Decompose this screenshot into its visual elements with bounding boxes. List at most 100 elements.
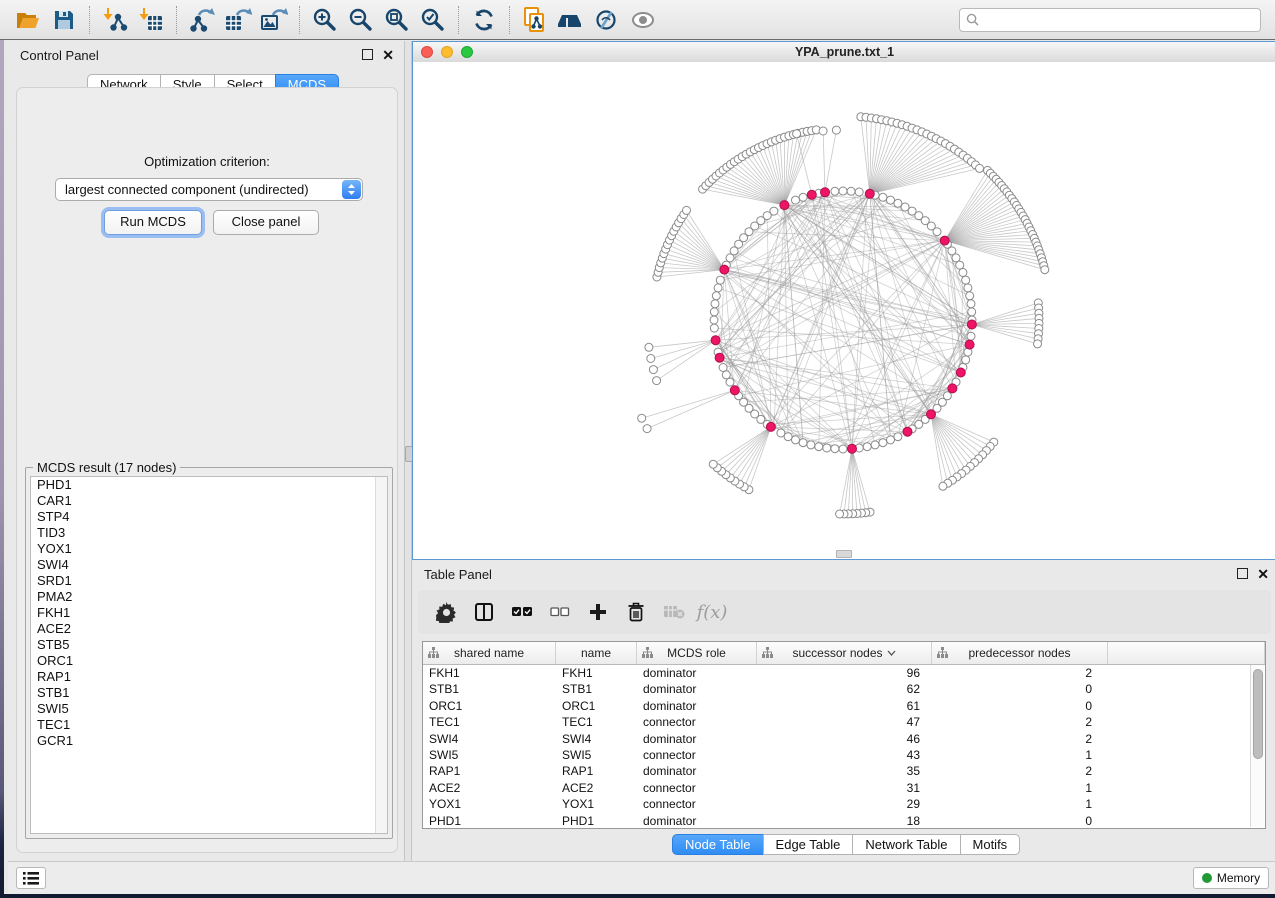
close-panel-button[interactable]: Close panel [213, 210, 319, 235]
cell: connector [637, 780, 757, 796]
column-header-shared-name[interactable]: shared name [423, 642, 556, 664]
table-row[interactable]: ACE2ACE2connector311 [423, 780, 1265, 796]
mcds-result-item[interactable]: CAR1 [31, 493, 387, 509]
select-all-rows-button[interactable] [510, 600, 534, 624]
delete-columns-button[interactable] [624, 600, 648, 624]
import-network-button[interactable] [100, 5, 130, 35]
zoom-out-button[interactable] [346, 5, 376, 35]
cell: PHD1 [556, 813, 637, 829]
mcds-result-item[interactable]: ACE2 [31, 621, 387, 637]
table-row[interactable]: YOX1YOX1connector291 [423, 796, 1265, 812]
tab-node-table[interactable]: Node Table [672, 834, 764, 855]
clone-network-icon [522, 6, 548, 34]
network-canvas[interactable] [413, 62, 1275, 559]
hide-selected-button[interactable] [592, 5, 622, 35]
mcds-result-item[interactable]: STB1 [31, 685, 387, 701]
function-builder-button: f(x) [700, 600, 724, 624]
cell: connector [637, 796, 757, 812]
tab-edge-table[interactable]: Edge Table [763, 834, 854, 855]
network-graph[interactable] [413, 62, 1275, 559]
sort-chevron-icon [887, 650, 896, 656]
memory-button[interactable]: Memory [1193, 867, 1269, 889]
mcds-result-item[interactable]: SWI5 [31, 701, 387, 717]
table-row[interactable]: SWI5SWI5connector431 [423, 747, 1265, 763]
open-file-button[interactable] [13, 5, 43, 35]
table-scrollbar[interactable] [1250, 665, 1264, 827]
plus-icon [589, 603, 607, 621]
refresh-button[interactable] [469, 5, 499, 35]
save-session-button[interactable] [49, 5, 79, 35]
table-row[interactable]: PHD1PHD1dominator180 [423, 813, 1265, 829]
export-image-button[interactable] [259, 5, 289, 35]
first-neighbors-button[interactable] [556, 5, 586, 35]
tab-network-table[interactable]: Network Table [852, 834, 960, 855]
zoom-fit-button[interactable] [382, 5, 412, 35]
table-row[interactable]: FKH1FKH1dominator962 [423, 665, 1265, 681]
table-row[interactable]: RAP1RAP1dominator352 [423, 763, 1265, 779]
cell: connector [637, 747, 757, 763]
mcds-result-list: PHD1CAR1STP4TID3YOX1SWI4SRD1PMA2FKH1ACE2… [30, 476, 388, 834]
mcds-result-item[interactable]: SWI4 [31, 557, 387, 573]
column-header-name[interactable]: name [556, 642, 637, 664]
mcds-result-item[interactable]: PHD1 [31, 477, 387, 493]
mcds-result-item[interactable]: YOX1 [31, 541, 387, 557]
scrollbar-thumb[interactable] [1253, 669, 1263, 759]
selected-option: largest connected component (undirected) [56, 182, 342, 197]
cell: ACE2 [556, 780, 637, 796]
optimization-criterion-select[interactable]: largest connected component (undirected) [55, 178, 363, 201]
mcds-result-item[interactable]: STP4 [31, 509, 387, 525]
cell: 2 [932, 763, 1108, 779]
table-row[interactable]: TEC1TEC1connector472 [423, 714, 1265, 730]
mcds-result-item[interactable]: STB5 [31, 637, 387, 653]
float-panel-icon[interactable] [1237, 568, 1248, 579]
show-all-button[interactable] [628, 5, 658, 35]
tab-motifs[interactable]: Motifs [960, 834, 1021, 855]
save-floppy-icon [52, 8, 76, 32]
cell: 2 [932, 665, 1108, 681]
mcds-result-item[interactable]: ORC1 [31, 653, 387, 669]
cell: ACE2 [423, 780, 556, 796]
horizontal-splitter-grip[interactable] [836, 550, 852, 558]
mcds-result-item[interactable]: FKH1 [31, 605, 387, 621]
add-column-button[interactable] [586, 600, 610, 624]
list-scrollbar[interactable] [375, 477, 387, 833]
column-header-filler [1108, 642, 1265, 664]
deselect-all-rows-button[interactable] [548, 600, 572, 624]
automation-menu-button[interactable] [16, 867, 46, 889]
zoom-in-icon [312, 7, 338, 33]
cell: YOX1 [423, 796, 556, 812]
table-row[interactable]: ORC1ORC1dominator610 [423, 698, 1265, 714]
column-header-predecessor-nodes[interactable]: predecessor nodes [932, 642, 1108, 664]
list-icon [23, 872, 39, 885]
zoom-in-button[interactable] [310, 5, 340, 35]
mcds-result-item[interactable]: SRD1 [31, 573, 387, 589]
delete-table-icon [663, 604, 685, 620]
column-header-MCDS-role[interactable]: MCDS role [637, 642, 757, 664]
close-panel-icon[interactable]: ✕ [1257, 569, 1269, 579]
table-row[interactable]: SWI4SWI4dominator462 [423, 731, 1265, 747]
mcds-result-item[interactable]: TID3 [31, 525, 387, 541]
zoom-selected-button[interactable] [418, 5, 448, 35]
mcds-result-item[interactable]: TEC1 [31, 717, 387, 733]
vertical-splitter[interactable] [404, 41, 412, 861]
table-panel: Table Panel ✕ [412, 560, 1275, 861]
mcds-result-item[interactable]: PMA2 [31, 589, 387, 605]
column-header-successor-nodes[interactable]: successor nodes [757, 642, 932, 664]
export-table-icon [224, 7, 252, 33]
mcds-result-item[interactable]: GCR1 [31, 733, 387, 749]
import-network-icon [102, 7, 128, 33]
import-table-button[interactable] [136, 5, 166, 35]
search-input[interactable] [979, 12, 1254, 28]
split-columns-button[interactable] [472, 600, 496, 624]
run-mcds-button[interactable]: Run MCDS [104, 210, 202, 235]
table-row[interactable]: STB1STB1dominator620 [423, 681, 1265, 697]
mcds-result-item[interactable]: RAP1 [31, 669, 387, 685]
export-table-button[interactable] [223, 5, 253, 35]
cell: dominator [637, 763, 757, 779]
table-settings-button[interactable] [434, 600, 458, 624]
float-panel-icon[interactable] [362, 49, 373, 60]
export-network-button[interactable] [187, 5, 217, 35]
column-type-icon [937, 647, 948, 658]
clone-network-button[interactable] [520, 5, 550, 35]
close-panel-icon[interactable]: ✕ [382, 50, 394, 60]
